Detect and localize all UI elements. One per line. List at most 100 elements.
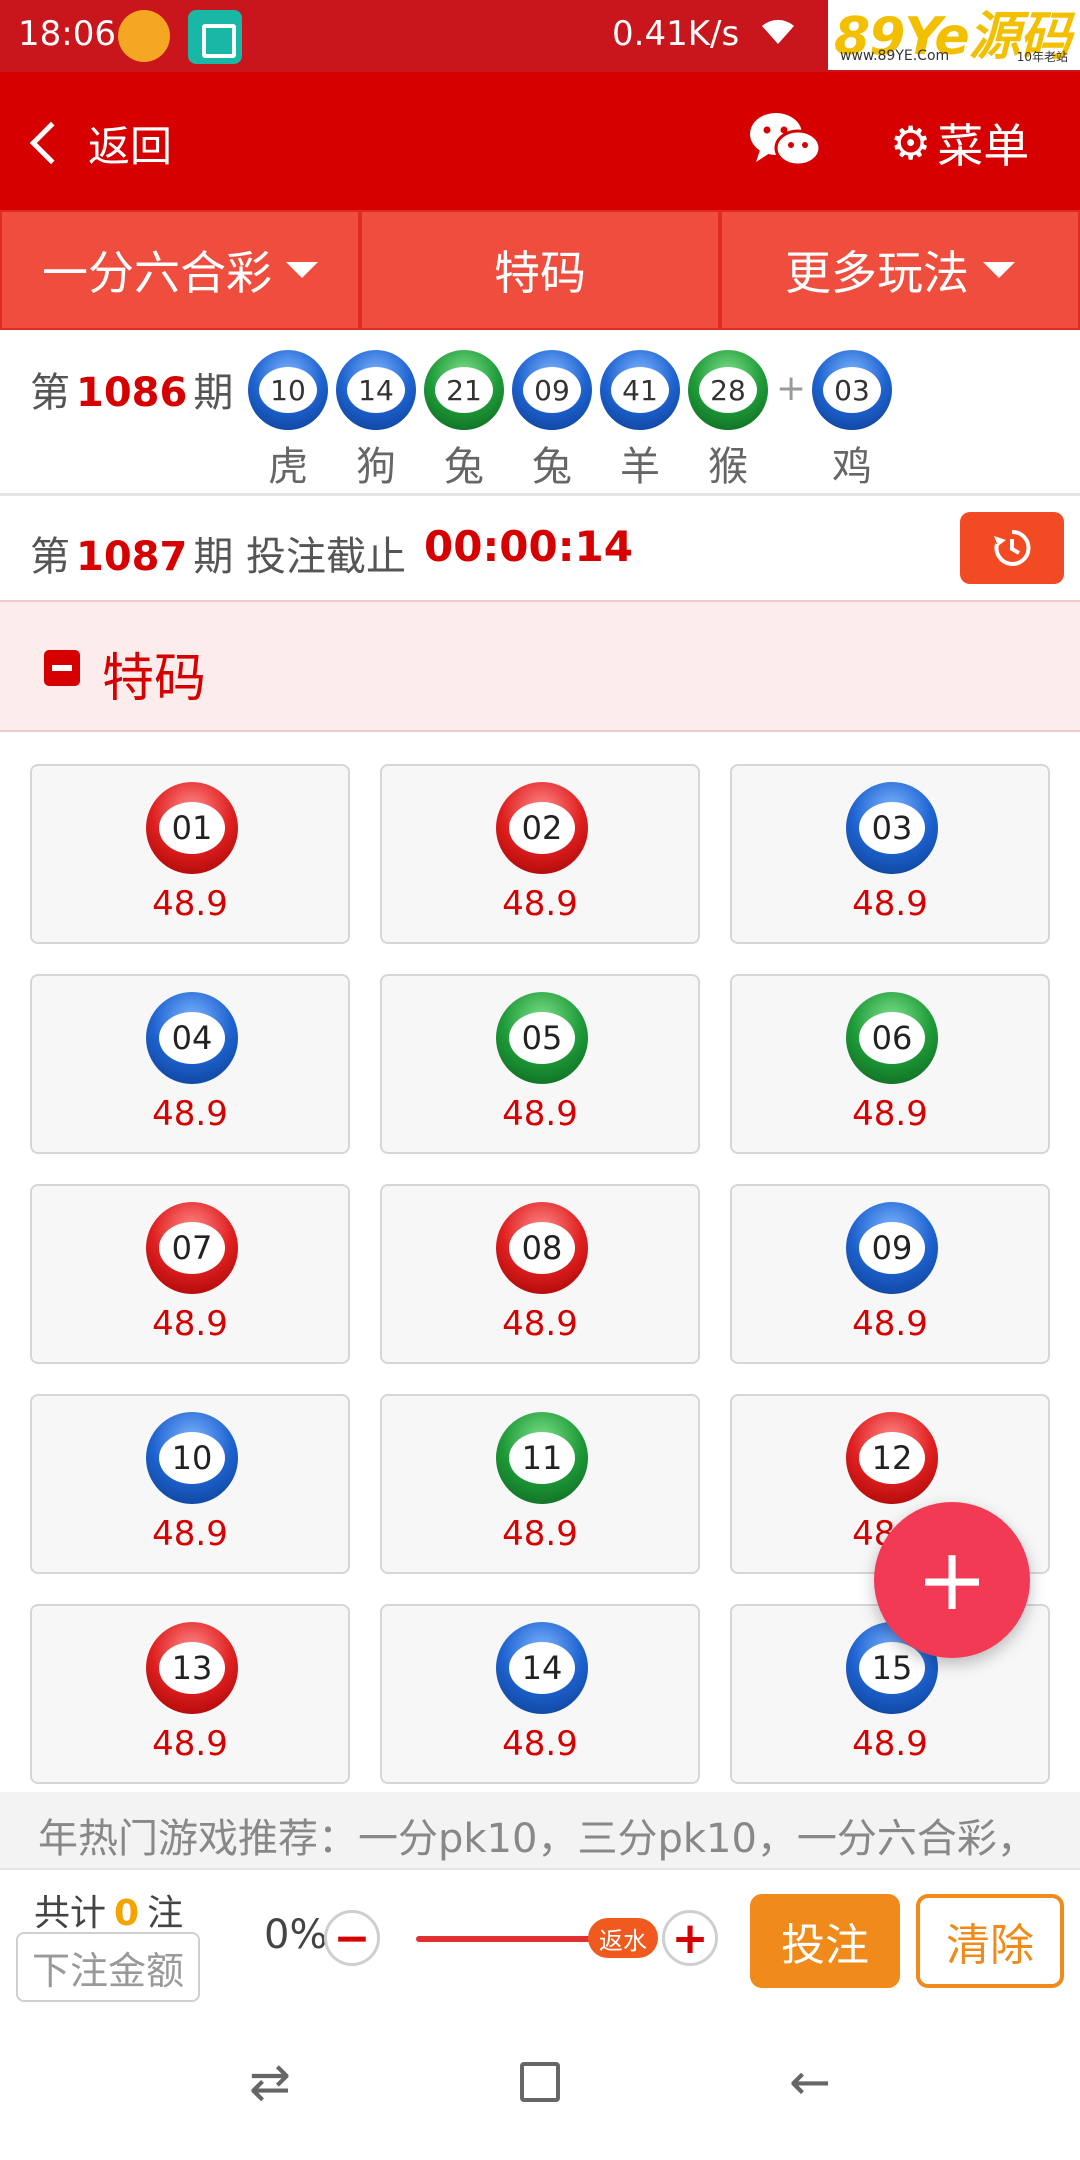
back-button[interactable]: 返回 (24, 108, 172, 178)
lottery-ball: 12 (846, 1412, 938, 1504)
number-cell[interactable]: 14 48.9 (380, 1604, 700, 1784)
rebate-slider-handle[interactable]: 返水 (588, 1918, 658, 1958)
issue-suffix: 期 (193, 370, 234, 416)
issue-prefix: 第 (30, 370, 70, 416)
number-cell[interactable]: 04 48.9 (30, 974, 350, 1154)
ball-number: 02 (509, 802, 575, 854)
rebate-slider-track[interactable] (416, 1936, 596, 1942)
number-cell[interactable]: 01 48.9 (30, 764, 350, 944)
last-draw-result: 第 1086 期 10 虎 14 狗 21 兔 09 兔 41 羊 28 猴 03 鸡 + (0, 330, 1080, 496)
next-draw-bar: 第 1087 期 投注截止 00:00:14 (0, 496, 1080, 600)
total-count: 0 (114, 1893, 140, 1934)
lottery-ball: 02 (496, 782, 588, 874)
ball-number: 21 (435, 367, 493, 413)
tab-game-select[interactable]: 一分六合彩 (0, 210, 360, 330)
add-fab-button[interactable]: + (874, 1502, 1030, 1658)
last-issue: 第 1086 期 (30, 360, 233, 418)
ball-number: 04 (159, 1012, 225, 1064)
ball-number: 05 (509, 1012, 575, 1064)
wechat-share-icon[interactable] (748, 110, 822, 170)
ball-number: 01 (159, 802, 225, 854)
number-cell[interactable]: 11 48.9 (380, 1394, 700, 1574)
rebate-increase-button[interactable]: + (662, 1910, 718, 1966)
ball-number: 10 (259, 367, 317, 413)
issue-number: 1087 (76, 534, 188, 580)
ball-number: 12 (859, 1432, 925, 1484)
special-ball: 03 (812, 350, 892, 430)
app-header: 返回 ⚙ 菜单 (0, 72, 1080, 210)
marquee-text: 年热门游戏推荐：一分pk10，三分pk10，一分六合彩， (38, 1816, 1037, 1862)
odds-value: 48.9 (152, 884, 228, 924)
caret-down-icon (286, 262, 318, 278)
odds-value: 48.9 (502, 1304, 578, 1344)
number-cell[interactable]: 09 48.9 (730, 1184, 1050, 1364)
lottery-ball: 04 (146, 992, 238, 1084)
tab-play-type[interactable]: 特码 (360, 210, 720, 330)
number-cell[interactable]: 02 48.9 (380, 764, 700, 944)
ball-number: 15 (859, 1642, 925, 1694)
odds-value: 48.9 (852, 1724, 928, 1764)
ball-number: 41 (611, 367, 669, 413)
ball-number: 08 (509, 1222, 575, 1274)
section-header-tema[interactable]: 特码 (0, 600, 1080, 732)
ball-number: 14 (347, 367, 405, 413)
lottery-ball: 03 (846, 782, 938, 874)
history-button[interactable] (960, 512, 1064, 584)
ball-number: 03 (859, 802, 925, 854)
zodiac-label: 羊 (620, 444, 660, 490)
odds-value: 48.9 (502, 1724, 578, 1764)
back-nav-icon[interactable]: ← (780, 2052, 840, 2112)
rebate-decrease-button[interactable]: − (324, 1910, 380, 1966)
plus-icon: + (915, 1530, 989, 1630)
watermark-logo: 89Ye源码 www.89YE.Com 10年老站 (828, 0, 1080, 70)
ball-number: 28 (699, 367, 757, 413)
game-tabs: 一分六合彩 特码 更多玩法 (0, 210, 1080, 330)
history-clock-icon (994, 529, 1031, 566)
bet-button[interactable]: 投注 (750, 1894, 900, 1988)
ball-number: 09 (859, 1222, 925, 1274)
network-speed: 0.41K/s (612, 14, 740, 54)
lottery-ball: 41 (600, 350, 680, 430)
lottery-ball: 09 (512, 350, 592, 430)
switch-apps-icon[interactable]: ⇄ (240, 2052, 300, 2112)
ball-number: 10 (159, 1432, 225, 1484)
zodiac-label: 猴 (708, 444, 748, 490)
watermark-url: www.89YE.Com (840, 48, 950, 64)
lottery-ball: 09 (846, 1202, 938, 1294)
lottery-ball: 21 (424, 350, 504, 430)
lottery-ball: 10 (146, 1412, 238, 1504)
clear-button[interactable]: 清除 (916, 1894, 1064, 1988)
collapse-icon[interactable] (44, 650, 80, 686)
tab-more-plays[interactable]: 更多玩法 (720, 210, 1080, 330)
zodiac-label: 鸡 (832, 444, 872, 490)
caret-down-icon (983, 262, 1015, 278)
odds-value: 48.9 (152, 1094, 228, 1134)
number-cell[interactable]: 10 48.9 (30, 1394, 350, 1574)
number-cell[interactable]: 05 48.9 (380, 974, 700, 1154)
number-cell[interactable]: 13 48.9 (30, 1604, 350, 1784)
qq-notification-icon (118, 10, 170, 62)
number-cell[interactable]: 08 48.9 (380, 1184, 700, 1364)
bet-amount-input[interactable]: 下注金额 (16, 1932, 200, 2002)
total-prefix: 共计 (34, 1893, 107, 1934)
odds-value: 48.9 (152, 1724, 228, 1764)
odds-value: 48.9 (852, 1094, 928, 1134)
odds-value: 48.9 (852, 884, 928, 924)
countdown-timer: 00:00:14 (424, 522, 633, 571)
ball-number: 09 (523, 367, 581, 413)
menu-label: 菜单 (937, 119, 1030, 173)
number-cell[interactable]: 06 48.9 (730, 974, 1050, 1154)
marquee-notice: 年热门游戏推荐：一分pk10，三分pk10，一分六合彩， (0, 1792, 1080, 1868)
ball-number: 14 (509, 1642, 575, 1694)
zodiac-label: 兔 (532, 444, 572, 490)
menu-button[interactable]: ⚙ 菜单 (890, 108, 1029, 178)
status-time: 18:06 (18, 14, 116, 54)
number-cell[interactable]: 07 48.9 (30, 1184, 350, 1364)
home-icon[interactable] (510, 2052, 570, 2112)
number-cell[interactable]: 03 48.9 (730, 764, 1050, 944)
total-suffix: 注 (147, 1893, 184, 1934)
lottery-ball: 05 (496, 992, 588, 1084)
issue-number: 1086 (76, 370, 188, 416)
odds-value: 48.9 (852, 1304, 928, 1344)
issue-prefix: 第 (30, 534, 70, 580)
